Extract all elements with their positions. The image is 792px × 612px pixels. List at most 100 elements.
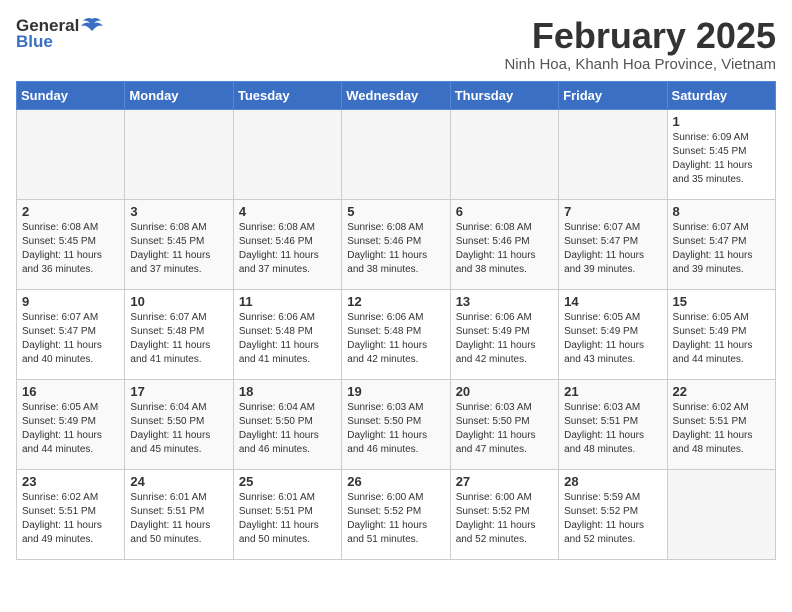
day-info: Sunrise: 6:01 AM Sunset: 5:51 PM Dayligh… — [239, 491, 336, 547]
weekday-header-friday: Friday — [559, 81, 667, 109]
calendar-cell — [450, 109, 558, 199]
calendar-cell: 1 Sunrise: 6:09 AM Sunset: 5:45 PM Daylig… — [667, 109, 775, 199]
day-number: 15 — [673, 294, 770, 309]
calendar-cell: 6 Sunrise: 6:08 AM Sunset: 5:46 PM Daylig… — [450, 199, 558, 289]
calendar-cell: 26 Sunrise: 6:00 AM Sunset: 5:52 PM Dayli… — [342, 469, 450, 559]
day-number: 4 — [239, 204, 336, 219]
calendar-cell: 23Sunrise: 6:02 AM Sunset: 5:51 PM Dayli… — [17, 469, 125, 559]
day-number: 22 — [673, 384, 770, 399]
day-number: 11 — [239, 294, 336, 309]
day-number: 24 — [130, 474, 227, 489]
day-info: Sunrise: 5:59 AM Sunset: 5:52 PM Dayligh… — [564, 491, 661, 547]
calendar-cell: 20 Sunrise: 6:03 AM Sunset: 5:50 PM Dayli… — [450, 379, 558, 469]
calendar-cell: 13 Sunrise: 6:06 AM Sunset: 5:49 PM Dayli… — [450, 289, 558, 379]
day-info: Sunrise: 6:02 AM Sunset: 5:51 PM Dayligh… — [673, 401, 770, 457]
day-info: Sunrise: 6:04 AM Sunset: 5:50 PM Dayligh… — [239, 401, 336, 457]
calendar-cell — [125, 109, 233, 199]
day-number: 21 — [564, 384, 661, 399]
day-info: Sunrise: 6:07 AM Sunset: 5:47 PM Dayligh… — [564, 221, 661, 277]
calendar-cell: 17 Sunrise: 6:04 AM Sunset: 5:50 PM Dayli… — [125, 379, 233, 469]
day-info: Sunrise: 6:09 AM Sunset: 5:45 PM Dayligh… — [673, 131, 770, 187]
calendar-cell: 5 Sunrise: 6:08 AM Sunset: 5:46 PM Daylig… — [342, 199, 450, 289]
weekday-header-tuesday: Tuesday — [233, 81, 341, 109]
calendar-title: February 2025 — [504, 16, 776, 56]
day-info: Sunrise: 6:05 AM Sunset: 5:49 PM Dayligh… — [673, 311, 770, 367]
day-number: 23 — [22, 474, 119, 489]
day-number: 9 — [22, 294, 119, 309]
calendar-week-row: 2 Sunrise: 6:08 AM Sunset: 5:45 PM Daylig… — [17, 199, 776, 289]
logo-blue: Blue — [16, 32, 53, 52]
calendar-cell — [233, 109, 341, 199]
calendar-cell — [342, 109, 450, 199]
day-number: 7 — [564, 204, 661, 219]
day-info: Sunrise: 6:05 AM Sunset: 5:49 PM Dayligh… — [564, 311, 661, 367]
weekday-header-wednesday: Wednesday — [342, 81, 450, 109]
calendar-week-row: 23Sunrise: 6:02 AM Sunset: 5:51 PM Dayli… — [17, 469, 776, 559]
calendar-cell — [559, 109, 667, 199]
day-number: 14 — [564, 294, 661, 309]
day-info: Sunrise: 6:08 AM Sunset: 5:46 PM Dayligh… — [239, 221, 336, 277]
day-number: 1 — [673, 114, 770, 129]
calendar-cell: 12Sunrise: 6:06 AM Sunset: 5:48 PM Dayli… — [342, 289, 450, 379]
day-info: Sunrise: 6:07 AM Sunset: 5:47 PM Dayligh… — [673, 221, 770, 277]
calendar-cell: 14 Sunrise: 6:05 AM Sunset: 5:49 PM Dayli… — [559, 289, 667, 379]
day-number: 26 — [347, 474, 444, 489]
calendar-cell: 24Sunrise: 6:01 AM Sunset: 5:51 PM Dayli… — [125, 469, 233, 559]
calendar-cell: 3 Sunrise: 6:08 AM Sunset: 5:45 PM Daylig… — [125, 199, 233, 289]
day-info: Sunrise: 6:06 AM Sunset: 5:49 PM Dayligh… — [456, 311, 553, 367]
calendar-cell: 2 Sunrise: 6:08 AM Sunset: 5:45 PM Daylig… — [17, 199, 125, 289]
calendar-week-row: 9 Sunrise: 6:07 AM Sunset: 5:47 PM Daylig… — [17, 289, 776, 379]
day-info: Sunrise: 6:06 AM Sunset: 5:48 PM Dayligh… — [239, 311, 336, 367]
title-area: February 2025 Ninh Hoa, Khanh Hoa Provin… — [504, 16, 776, 73]
day-info: Sunrise: 6:05 AM Sunset: 5:49 PM Dayligh… — [22, 401, 119, 457]
weekday-header-thursday: Thursday — [450, 81, 558, 109]
calendar-cell — [667, 469, 775, 559]
calendar-cell: 22 Sunrise: 6:02 AM Sunset: 5:51 PM Dayli… — [667, 379, 775, 469]
calendar-table: SundayMondayTuesdayWednesdayThursdayFrid… — [16, 81, 776, 560]
day-number: 18 — [239, 384, 336, 399]
day-number: 3 — [130, 204, 227, 219]
day-info: Sunrise: 6:08 AM Sunset: 5:46 PM Dayligh… — [347, 221, 444, 277]
day-info: Sunrise: 6:03 AM Sunset: 5:50 PM Dayligh… — [456, 401, 553, 457]
day-info: Sunrise: 6:07 AM Sunset: 5:48 PM Dayligh… — [130, 311, 227, 367]
day-info: Sunrise: 6:00 AM Sunset: 5:52 PM Dayligh… — [456, 491, 553, 547]
calendar-subtitle: Ninh Hoa, Khanh Hoa Province, Vietnam — [504, 56, 776, 73]
day-info: Sunrise: 6:00 AM Sunset: 5:52 PM Dayligh… — [347, 491, 444, 547]
day-info: Sunrise: 6:08 AM Sunset: 5:45 PM Dayligh… — [22, 221, 119, 277]
day-number: 8 — [673, 204, 770, 219]
day-number: 17 — [130, 384, 227, 399]
calendar-week-row: 16 Sunrise: 6:05 AM Sunset: 5:49 PM Dayli… — [17, 379, 776, 469]
day-number: 5 — [347, 204, 444, 219]
day-number: 13 — [456, 294, 553, 309]
calendar-cell: 18 Sunrise: 6:04 AM Sunset: 5:50 PM Dayli… — [233, 379, 341, 469]
calendar-cell: 4 Sunrise: 6:08 AM Sunset: 5:46 PM Daylig… — [233, 199, 341, 289]
calendar-cell — [17, 109, 125, 199]
logo: General Blue — [16, 16, 103, 52]
day-info: Sunrise: 6:04 AM Sunset: 5:50 PM Dayligh… — [130, 401, 227, 457]
calendar-cell: 19Sunrise: 6:03 AM Sunset: 5:50 PM Dayli… — [342, 379, 450, 469]
day-number: 16 — [22, 384, 119, 399]
day-number: 20 — [456, 384, 553, 399]
calendar-cell: 25 Sunrise: 6:01 AM Sunset: 5:51 PM Dayli… — [233, 469, 341, 559]
day-number: 28 — [564, 474, 661, 489]
weekday-header-sunday: Sunday — [17, 81, 125, 109]
day-info: Sunrise: 6:08 AM Sunset: 5:45 PM Dayligh… — [130, 221, 227, 277]
day-info: Sunrise: 6:07 AM Sunset: 5:47 PM Dayligh… — [22, 311, 119, 367]
calendar-cell: 16 Sunrise: 6:05 AM Sunset: 5:49 PM Dayli… — [17, 379, 125, 469]
logo-bird-icon — [81, 17, 103, 35]
day-number: 27 — [456, 474, 553, 489]
day-number: 10 — [130, 294, 227, 309]
calendar-cell: 11 Sunrise: 6:06 AM Sunset: 5:48 PM Dayli… — [233, 289, 341, 379]
day-info: Sunrise: 6:06 AM Sunset: 5:48 PM Dayligh… — [347, 311, 444, 367]
day-number: 25 — [239, 474, 336, 489]
weekday-header-row: SundayMondayTuesdayWednesdayThursdayFrid… — [17, 81, 776, 109]
calendar-cell: 15 Sunrise: 6:05 AM Sunset: 5:49 PM Dayli… — [667, 289, 775, 379]
day-info: Sunrise: 6:08 AM Sunset: 5:46 PM Dayligh… — [456, 221, 553, 277]
weekday-header-monday: Monday — [125, 81, 233, 109]
calendar-cell: 8 Sunrise: 6:07 AM Sunset: 5:47 PM Daylig… — [667, 199, 775, 289]
calendar-cell: 10 Sunrise: 6:07 AM Sunset: 5:48 PM Dayli… — [125, 289, 233, 379]
calendar-cell: 21 Sunrise: 6:03 AM Sunset: 5:51 PM Dayli… — [559, 379, 667, 469]
day-number: 2 — [22, 204, 119, 219]
day-info: Sunrise: 6:03 AM Sunset: 5:51 PM Dayligh… — [564, 401, 661, 457]
day-number: 6 — [456, 204, 553, 219]
